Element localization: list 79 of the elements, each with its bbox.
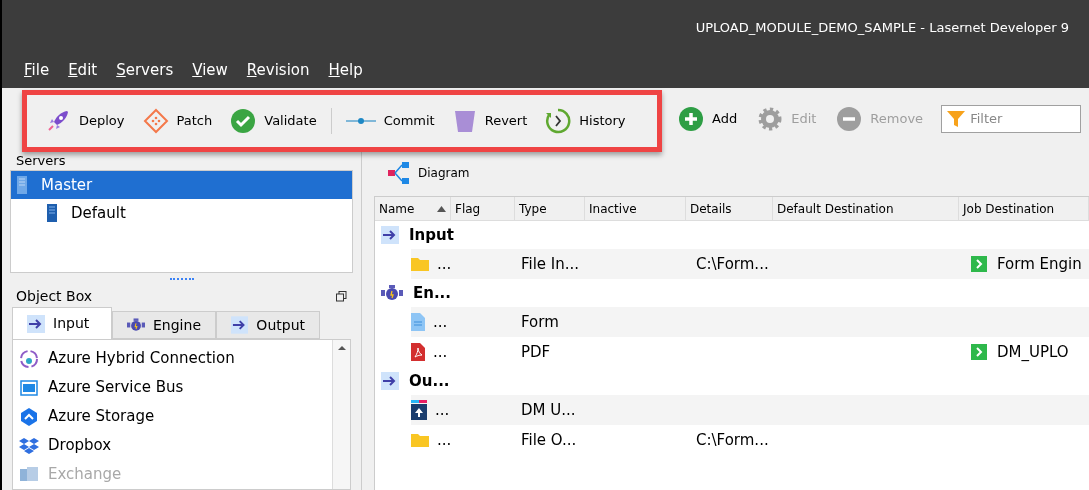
funnel-icon [946, 109, 967, 129]
diamond-icon [142, 108, 169, 134]
menu-item[interactable]: Help [328, 58, 363, 82]
server-icon [17, 175, 27, 194]
minus-circle-icon [836, 106, 863, 132]
column-header[interactable]: Flag [451, 197, 515, 220]
menu-item[interactable]: Servers [116, 58, 174, 82]
table-cell-text: ... [437, 253, 452, 275]
restore-icon[interactable] [336, 290, 347, 302]
table-cell-text: DM_UPLO [997, 341, 1069, 363]
scrollbar[interactable] [332, 340, 350, 489]
document-icon [411, 313, 425, 331]
monitor-icon [19, 377, 39, 398]
tab[interactable]: Input [12, 307, 112, 339]
table-cell: File In... [521, 254, 580, 273]
toolbar-button[interactable]: Add [670, 102, 746, 136]
filter-field[interactable]: Filter [941, 105, 1082, 133]
sort-arrow-icon [437, 205, 446, 212]
column-header[interactable]: Name [375, 197, 451, 220]
list-item[interactable]: Azure Storage [19, 402, 332, 431]
engine-icon [127, 317, 145, 333]
engine-icon [381, 285, 403, 301]
folder-icon [411, 256, 429, 272]
dropbox-icon [19, 435, 39, 456]
check-circle-icon [230, 108, 257, 134]
list-item[interactable]: Azure Hybrid Connection [19, 344, 332, 373]
toolbar-button[interactable]: Deploy [37, 104, 133, 138]
filter-input[interactable]: Filter [970, 109, 1071, 129]
table-cell: File O... [521, 430, 577, 449]
scroll-up-icon[interactable] [336, 344, 347, 352]
connection-icon [19, 348, 39, 369]
chevron-icon [971, 344, 987, 360]
tab[interactable]: Engine [112, 311, 216, 339]
bin-icon [452, 108, 477, 134]
group-name: Input [409, 224, 454, 246]
column-header[interactable]: Type [515, 197, 585, 220]
window-title: UPLOAD_MODULE_DEMO_SAMPLE - Lasernet Developer 9 [695, 19, 1069, 37]
toolbar-button[interactable]: Patch [134, 104, 221, 138]
panel-title: Object Box [16, 286, 93, 306]
column-header[interactable]: Inactive [585, 197, 686, 220]
gear-icon [757, 106, 784, 132]
group-name: Ou... [409, 370, 450, 392]
toolbar-button[interactable]: Revert [444, 104, 536, 138]
panel-title: Servers [16, 152, 66, 168]
toolbar-button[interactable]: Commit [337, 104, 443, 138]
chevron-icon [971, 256, 987, 272]
server-icon [47, 203, 57, 222]
table-cell-text: ... [433, 341, 448, 363]
list-item[interactable]: Azure Service Bus [19, 373, 332, 402]
menu-item[interactable]: File [24, 58, 50, 82]
history-icon [545, 108, 572, 134]
table-cell: PDF [521, 342, 551, 361]
commit-icon [345, 116, 376, 126]
table-cell: C:\Form... [696, 430, 769, 449]
storage-icon [19, 406, 39, 427]
toolbar-button[interactable]: History [537, 104, 634, 138]
table-cell: C:\Form... [696, 254, 769, 273]
list-item[interactable]: Dropbox [19, 431, 332, 460]
menu-item[interactable]: Revision [246, 58, 310, 82]
table-cell-text: ... [433, 311, 448, 333]
plus-circle-icon [678, 106, 704, 132]
tree-item[interactable]: Master [11, 170, 352, 199]
tab[interactable]: Output [216, 311, 320, 339]
table-cell: Form [521, 312, 559, 331]
column-header[interactable]: Details [686, 197, 773, 220]
table-cell-text: ... [437, 429, 452, 451]
table-cell-text: Form Engin [997, 253, 1082, 275]
diagram-icon [388, 162, 412, 184]
diagram-button[interactable]: Diagram [388, 162, 470, 184]
folder-icon [411, 432, 429, 448]
table-cell-text: ... [435, 399, 450, 421]
toolbar-button[interactable]: Validate [222, 104, 325, 138]
menu-item[interactable]: View [192, 58, 228, 82]
column-header[interactable]: Job Destination [959, 197, 1089, 220]
group-name: En... [413, 282, 452, 304]
column-header[interactable]: Default Destination [773, 197, 959, 220]
menu-item[interactable]: Edit [68, 58, 98, 82]
tree-item[interactable]: Default [11, 198, 352, 227]
table-cell: DM U... [521, 400, 576, 419]
